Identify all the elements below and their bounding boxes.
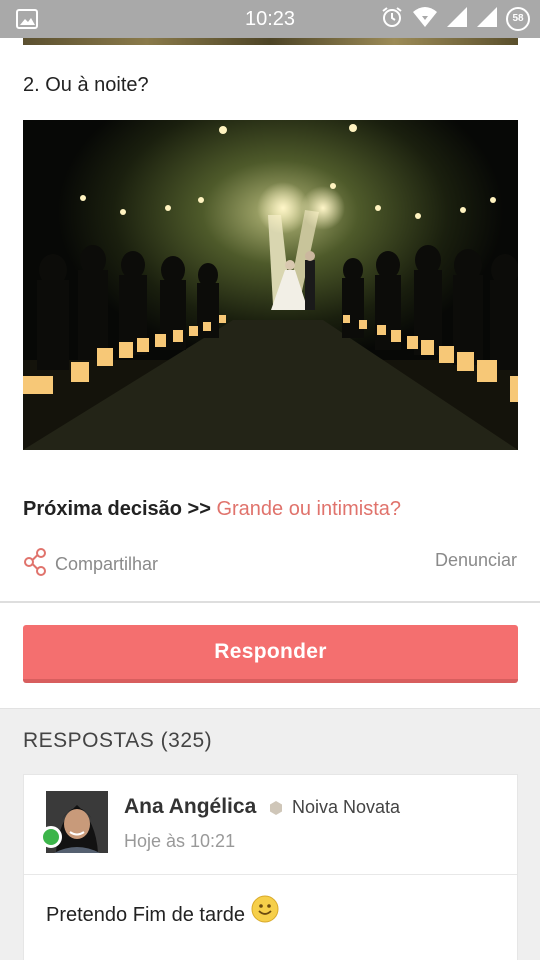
answer-text: Pretendo Fim de tarde [46, 895, 279, 929]
online-status-dot [40, 826, 62, 848]
share-label: Compartilhar [55, 554, 159, 574]
answers-section: RESPOSTAS (325) Ana Angélica Noiva Novat… [0, 708, 540, 960]
alarm-icon [380, 5, 404, 34]
smiley-emoji-icon [251, 895, 279, 923]
post-photo[interactable] [23, 120, 518, 450]
reply-button[interactable]: Responder [23, 625, 518, 683]
divider [0, 601, 540, 603]
question-text: 2. Ou à noite? [23, 74, 149, 96]
share-icon [23, 548, 47, 581]
answers-title: RESPOSTAS (325) [23, 729, 213, 752]
status-bar: 10:23 58 [0, 0, 540, 38]
signal-icon [476, 6, 498, 33]
next-decision: Próxima decisão >> Grande ou intimista? [23, 498, 401, 521]
card-divider [24, 874, 517, 875]
author-name[interactable]: Ana Angélica [124, 795, 256, 819]
hexagon-icon [268, 800, 284, 816]
answer-card: Ana Angélica Noiva Novata Hoje às 10:21 … [23, 774, 518, 960]
next-decision-label: Próxima decisão >> [23, 498, 211, 520]
share-button[interactable]: Compartilhar [23, 548, 158, 581]
next-decision-link[interactable]: Grande ou intimista? [216, 498, 401, 520]
signal-icon [446, 6, 468, 33]
report-button[interactable]: Denunciar [435, 550, 517, 571]
author-rank: Noiva Novata [268, 797, 400, 818]
wifi-icon [412, 6, 438, 33]
author-rank-label: Noiva Novata [292, 797, 401, 817]
previous-photo [23, 38, 518, 45]
answer-timestamp: Hoje às 10:21 [124, 831, 236, 851]
answer-text-content: Pretendo Fim de tarde [46, 903, 245, 926]
battery-icon: 58 [506, 7, 530, 31]
